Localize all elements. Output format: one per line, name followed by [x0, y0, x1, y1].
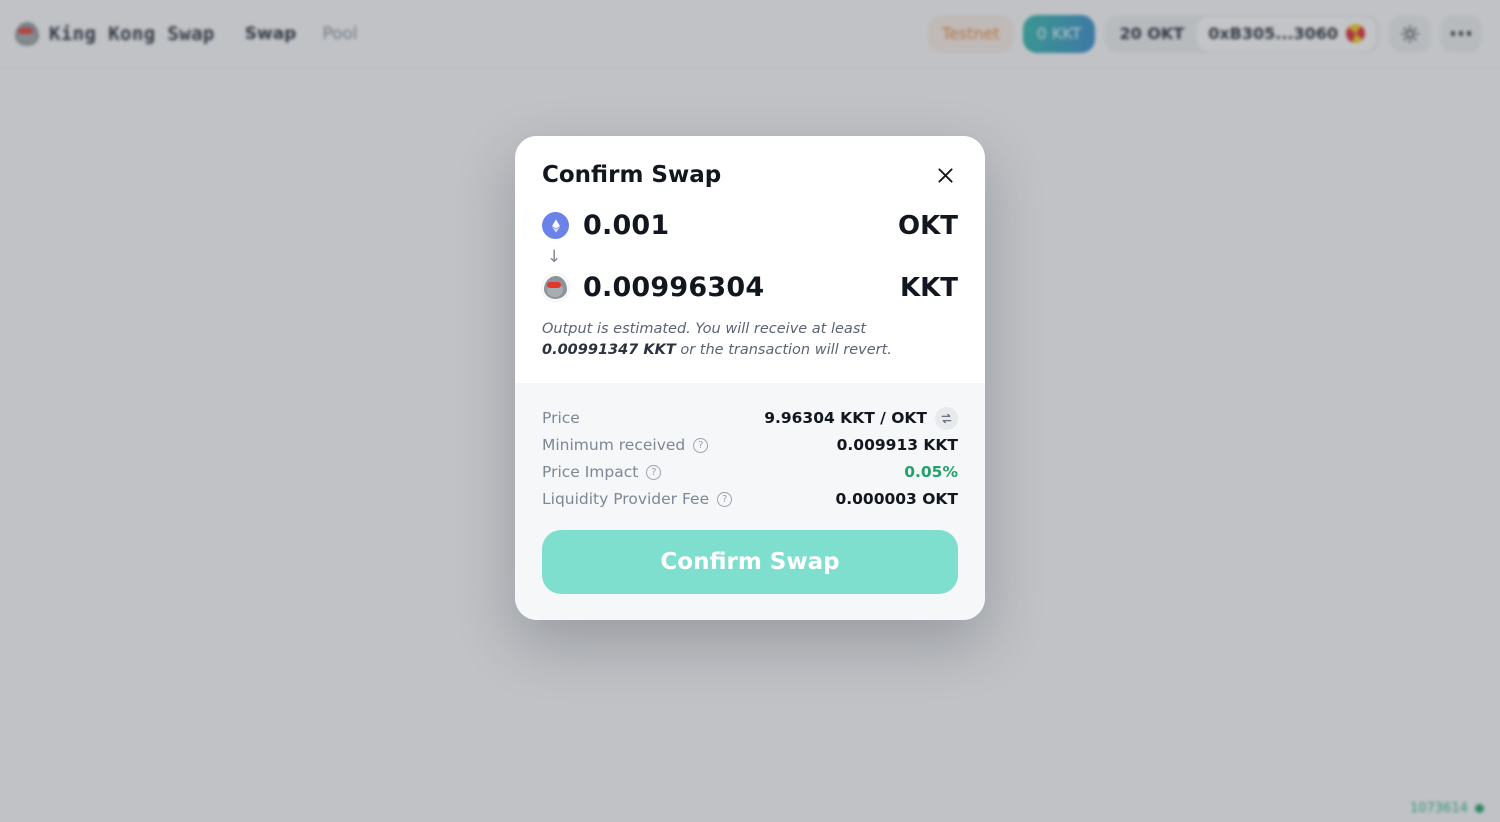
- swap-to-amount: 0.00996304: [583, 272, 765, 303]
- close-icon: [937, 167, 953, 183]
- detail-row-price-impact: Price Impact ? 0.05%: [542, 459, 958, 485]
- estimate-note-suffix: or the transaction will revert.: [675, 342, 892, 359]
- detail-value: 0.000003 OKT: [835, 490, 958, 509]
- okt-token-icon: [542, 212, 569, 239]
- close-modal-button[interactable]: [932, 162, 958, 188]
- detail-label-text: Price Impact: [542, 463, 639, 482]
- ethereum-diamond-glyph: [551, 218, 560, 233]
- modal-bottom-section: Price 9.96304 KKT / OKT Minimum received…: [515, 383, 985, 621]
- detail-value: 9.96304 KKT / OKT: [764, 406, 958, 430]
- detail-label: Liquidity Provider Fee ?: [542, 490, 733, 509]
- help-circle-icon[interactable]: ?: [693, 437, 709, 453]
- swap-to-row: 0.00996304 KKT: [542, 272, 958, 303]
- modal-title: Confirm Swap: [542, 162, 722, 188]
- price-value-text: 9.96304 KKT / OKT: [764, 409, 927, 428]
- swap-direction-icon: [941, 413, 952, 423]
- detail-value: 0.009913 KKT: [836, 436, 958, 455]
- help-circle-icon[interactable]: ?: [646, 464, 662, 480]
- detail-row-price: Price 9.96304 KKT / OKT: [542, 405, 958, 431]
- estimate-note-prefix: Output is estimated. You will receive at…: [542, 321, 867, 337]
- detail-label-text: Price: [542, 409, 580, 428]
- detail-row-minimum-received: Minimum received ? 0.009913 KKT: [542, 432, 958, 458]
- detail-label-text: Minimum received: [542, 436, 686, 455]
- swap-to-symbol: KKT: [899, 272, 958, 303]
- confirm-swap-modal: Confirm Swap 0.001 OKT ↓ 0.00996304 KKT …: [515, 136, 985, 621]
- swap-from-amount: 0.001: [583, 210, 670, 241]
- swap-direction-button[interactable]: [935, 406, 958, 430]
- modal-header: Confirm Swap: [542, 162, 958, 188]
- estimate-note-highlight: 0.00991347 KKT: [542, 342, 676, 359]
- detail-value: 0.05%: [904, 463, 958, 482]
- estimate-note: Output is estimated. You will receive at…: [542, 319, 958, 361]
- swap-from-row: 0.001 OKT: [542, 210, 958, 241]
- modal-top-section: Confirm Swap 0.001 OKT ↓ 0.00996304 KKT …: [515, 136, 985, 384]
- detail-label-text: Liquidity Provider Fee: [542, 490, 710, 509]
- detail-label: Price Impact ?: [542, 463, 662, 482]
- detail-label: Minimum received ?: [542, 436, 709, 455]
- arrow-down-icon: ↓: [547, 247, 562, 267]
- confirm-swap-button[interactable]: Confirm Swap: [542, 530, 958, 595]
- detail-label: Price: [542, 409, 580, 427]
- kkt-token-icon: [542, 274, 569, 301]
- help-circle-icon[interactable]: ?: [717, 491, 733, 507]
- swap-from-symbol: OKT: [898, 210, 958, 241]
- detail-row-liquidity-provider-fee: Liquidity Provider Fee ? 0.000003 OKT: [542, 486, 958, 512]
